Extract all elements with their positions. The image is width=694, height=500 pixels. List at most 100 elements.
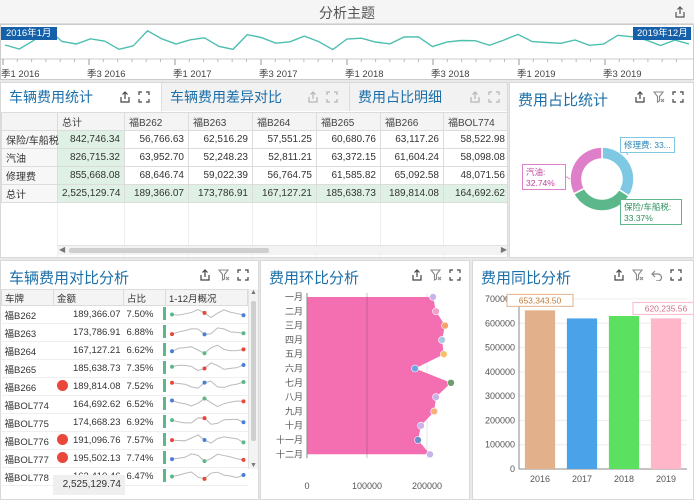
category-label: 二月 <box>285 306 303 316</box>
pie-label-insurance: 保险/车船税: 33.37% <box>620 199 682 225</box>
data-point <box>432 393 440 401</box>
bar <box>608 316 640 469</box>
x-tick-label: 2019 <box>656 474 676 484</box>
empty-cell <box>1 202 58 221</box>
table-cell: 2,525,129.74 <box>57 184 125 203</box>
export-icon[interactable] <box>469 91 481 103</box>
table-row[interactable]: 福BOL776 191,096.76 7.57% <box>1 431 248 450</box>
pct-cell: 6.92% <box>123 413 166 432</box>
sparkline-point <box>169 332 174 337</box>
fullscreen-icon[interactable] <box>488 91 500 103</box>
yoy-title: 费用同比分析 <box>481 270 572 287</box>
category-label: 一月 <box>285 292 303 302</box>
data-point <box>432 307 440 316</box>
cost-share-panel: 费用占比统计 修理费: 33... 汽油: 32.74% 保险/车船税: 33.… <box>509 82 694 258</box>
sparkline-point <box>202 310 206 315</box>
fullscreen-icon[interactable] <box>672 91 684 103</box>
pct-bar <box>162 343 166 356</box>
table-cell: 63,117.26 <box>380 130 444 149</box>
timeline-start-handle[interactable]: 2016年1月 <box>1 27 57 40</box>
compare-header-row: 车牌 金额 占比 1-12月概况 <box>1 289 248 306</box>
scroll-down-arrow[interactable]: ▼ <box>250 462 257 469</box>
export-icon[interactable] <box>634 91 646 103</box>
column-header[interactable]: 车牌 <box>1 289 54 306</box>
scrollbar-thumb[interactable] <box>69 248 269 253</box>
table-row[interactable]: 福B264 167,127.21 6.62% <box>1 341 248 360</box>
table-row[interactable]: 福B266 189,814.08 7.52% <box>1 377 248 396</box>
amount-value: 167,127.21 <box>72 345 121 356</box>
column-header[interactable]: 福BOL774 <box>443 112 507 131</box>
timeline-slider[interactable]: 2016年1月 2019年12月 季1 2016 季3 2016 季1 2017 季3… <box>0 24 694 80</box>
bar <box>650 318 682 469</box>
fullscreen-icon[interactable] <box>237 269 249 281</box>
amount-cell: 167,127.21 <box>53 341 124 360</box>
category-label: 八月 <box>285 392 303 402</box>
sparkline-point <box>169 418 174 423</box>
column-header[interactable]: 福B266 <box>380 112 444 131</box>
empty-cell <box>443 220 507 239</box>
column-header[interactable]: 总计 <box>57 112 125 131</box>
data-point <box>438 336 446 344</box>
scrollbar-thumb[interactable] <box>251 301 256 441</box>
table-cell: 56,764.75 <box>252 166 317 185</box>
timeline-end-handle[interactable]: 2019年12月 <box>633 27 691 40</box>
fullscreen-icon[interactable] <box>326 91 338 103</box>
row-header: 总计 <box>1 184 58 203</box>
amount-cell: 189,366.07 <box>53 305 124 324</box>
empty-cell <box>252 202 317 221</box>
pct-cell: 6.47% <box>123 467 166 486</box>
mom-title: 费用环比分析 <box>269 270 360 287</box>
export-icon[interactable] <box>411 269 423 281</box>
filter-clear-icon[interactable] <box>218 269 230 281</box>
fullscreen-icon[interactable] <box>138 91 150 103</box>
pct-value: 7.52% <box>126 381 154 392</box>
column-header[interactable]: 福B264 <box>252 112 317 131</box>
filter-clear-icon[interactable] <box>632 269 644 281</box>
fullscreen-icon[interactable] <box>449 269 461 281</box>
horizontal-scrollbar[interactable]: ◀ ▶ <box>57 245 507 255</box>
corner-cell <box>1 112 58 131</box>
column-header[interactable]: 金额 <box>53 289 124 306</box>
filter-clear-icon[interactable] <box>430 269 442 281</box>
scroll-right-arrow[interactable]: ▶ <box>501 245 507 254</box>
table-row[interactable]: 福B265 185,638.73 7.35% <box>1 359 248 378</box>
pct-value: 7.35% <box>126 363 154 374</box>
table-row[interactable]: 福B263 173,786.91 6.88% <box>1 323 248 342</box>
timeline-tick-label: 季1 2018 <box>345 69 384 80</box>
table-row[interactable]: 福B262 189,366.07 7.50% <box>1 305 248 324</box>
data-point <box>441 321 449 330</box>
sparkline-point <box>241 313 245 318</box>
table-cell: 189,366.07 <box>124 184 189 203</box>
export-icon[interactable] <box>613 269 625 281</box>
table-cell: 60,680.76 <box>316 130 381 149</box>
sparkline-point <box>169 349 174 354</box>
export-icon[interactable] <box>119 91 131 103</box>
fullscreen-icon[interactable] <box>670 269 682 281</box>
sparkline-point <box>202 351 206 356</box>
table-cell: 62,516.29 <box>188 130 253 149</box>
undo-icon[interactable] <box>651 269 663 281</box>
filter-clear-icon[interactable] <box>653 91 665 103</box>
column-header[interactable]: 占比 <box>123 289 166 306</box>
export-icon[interactable] <box>307 91 319 103</box>
timeline-tick-label: 季3 2018 <box>431 69 470 80</box>
share-icon[interactable] <box>674 6 686 18</box>
vertical-scrollbar[interactable]: ▲ ▼ <box>248 289 258 469</box>
export-icon[interactable] <box>199 269 211 281</box>
scroll-left-arrow[interactable]: ◀ <box>59 245 65 254</box>
y-tick-label: 0 <box>510 464 515 474</box>
alert-dot-icon <box>56 452 68 463</box>
column-header[interactable]: 福B265 <box>316 112 381 131</box>
column-header[interactable]: 1-12月概况 <box>165 289 248 306</box>
table-row[interactable]: 福BOL774 164,692.62 6.52% <box>1 395 248 414</box>
trend-sparkline <box>165 413 248 432</box>
scroll-up-arrow[interactable]: ▲ <box>250 289 257 296</box>
table-cell: 826,715.32 <box>57 148 125 167</box>
table-row[interactable]: 福BOL775 174,668.23 6.92% <box>1 413 248 432</box>
pct-bar <box>162 397 166 410</box>
column-header[interactable]: 福B262 <box>124 112 189 131</box>
column-header[interactable]: 福B263 <box>188 112 253 131</box>
sparkline-point <box>241 457 245 462</box>
table-cell: 48,071.56 <box>443 166 507 185</box>
table-row[interactable]: 福BOL777 195,502.13 7.74% <box>1 449 248 468</box>
